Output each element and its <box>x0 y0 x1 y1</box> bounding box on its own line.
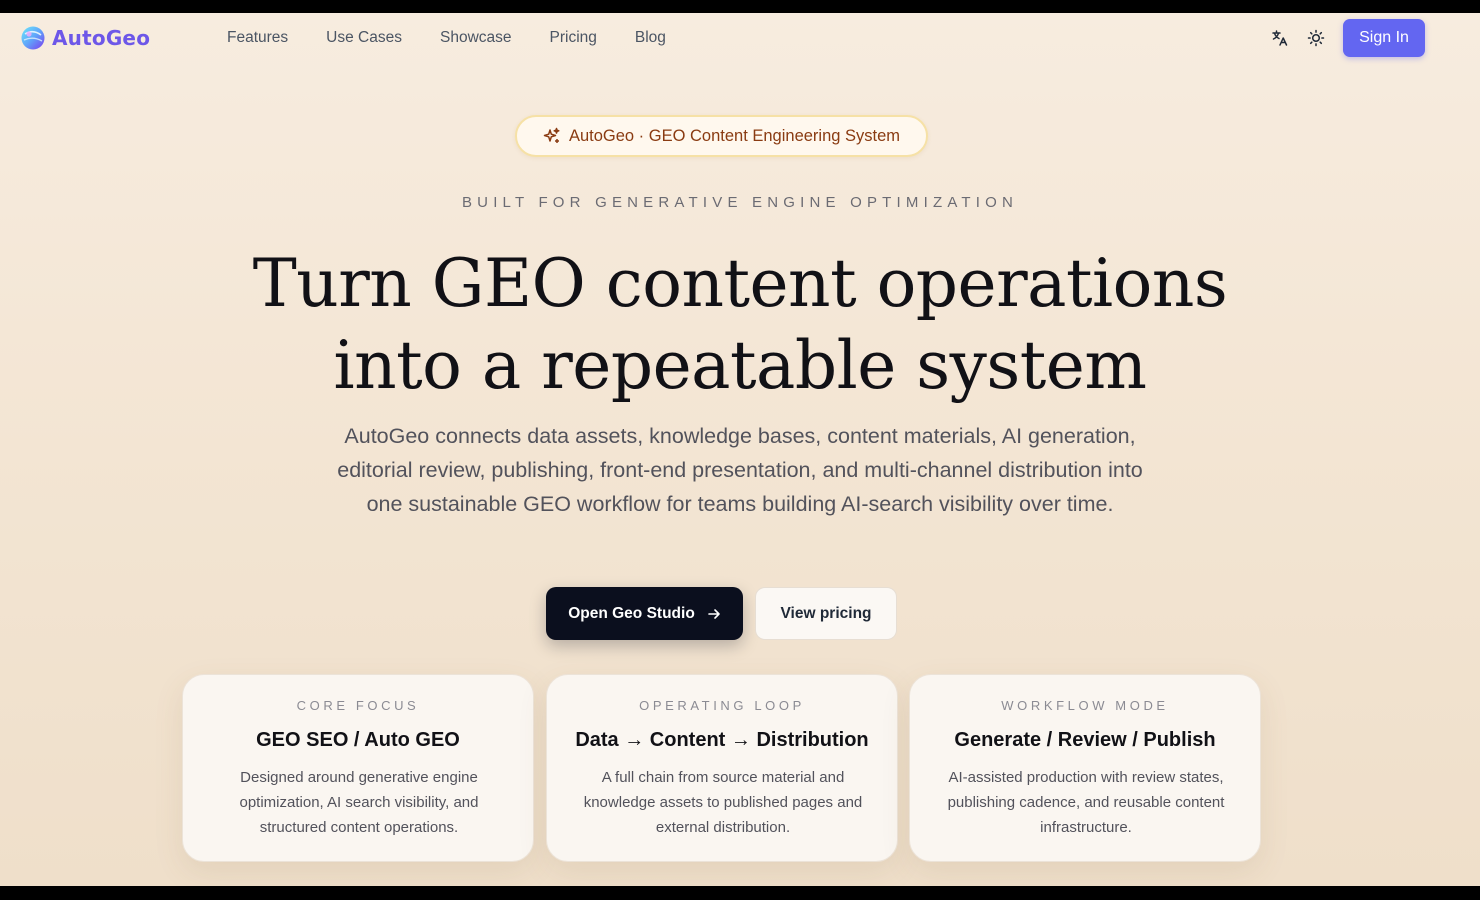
card-title: GEO SEO / Auto GEO <box>256 729 460 751</box>
brand-logo-link[interactable]: AutoGeo <box>20 25 150 51</box>
main-nav: Features Use Cases Showcase Pricing Blog <box>227 29 666 47</box>
nav-features[interactable]: Features <box>227 29 288 47</box>
hero-badge: AutoGeo · GEO Content Engineering System <box>515 115 928 157</box>
feature-card-operating-loop: OPERATING LOOP Data → Content → Distribu… <box>546 674 898 862</box>
language-button[interactable] <box>1269 27 1291 49</box>
card-eyebrow: WORKFLOW MODE <box>1001 698 1169 713</box>
open-geo-studio-label: Open Geo Studio <box>568 604 695 622</box>
card-body: AI-assisted production with review state… <box>947 769 1225 836</box>
sparkles-icon <box>543 127 560 143</box>
card-body: A full chain from source material and kn… <box>583 769 863 836</box>
nav-use-cases[interactable]: Use Cases <box>326 29 402 47</box>
feature-card-core-focus: CORE FOCUS GEO SEO / Auto GEO Designed a… <box>182 674 534 862</box>
view-pricing-button[interactable]: View pricing <box>755 587 897 640</box>
feature-card-workflow-mode: WORKFLOW MODE Generate / Review / Publis… <box>909 674 1261 862</box>
card-title: Data → Content → Distribution <box>575 729 869 751</box>
sign-in-button[interactable]: Sign In <box>1343 19 1425 57</box>
badge-text: AutoGeo · GEO Content Engineering System <box>568 126 901 145</box>
open-geo-studio-button[interactable]: Open Geo Studio <box>546 587 743 640</box>
nav-pricing[interactable]: Pricing <box>550 29 597 47</box>
site-header: AutoGeo Features Use Cases Showcase Pric… <box>0 13 1480 65</box>
nav-blog[interactable]: Blog <box>635 29 666 47</box>
card-eyebrow: OPERATING LOOP <box>639 698 805 713</box>
sun-icon <box>1307 29 1325 47</box>
hero-eyebrow: BUILT FOR GENERATIVE ENGINE OPTIMIZATION <box>461 194 1019 211</box>
headline-line-1: Turn GEO content operations <box>252 245 1228 322</box>
card-body: Designed around generative engine optimi… <box>239 769 479 836</box>
hero-headline: Turn GEO content operations into a repea… <box>0 243 1480 407</box>
nav-showcase[interactable]: Showcase <box>440 29 512 47</box>
landing-page: AutoGeo Features Use Cases Showcase Pric… <box>0 13 1480 886</box>
card-eyebrow: CORE FOCUS <box>296 698 420 713</box>
translate-icon <box>1272 30 1288 46</box>
hero-description: AutoGeo connects data assets, knowledge … <box>337 424 1143 516</box>
globe-orb-icon <box>21 26 45 50</box>
headline-line-2: into a repeatable system <box>333 327 1147 404</box>
card-title: Generate / Review / Publish <box>954 729 1216 751</box>
arrow-right-icon <box>707 608 720 619</box>
theme-toggle-button[interactable] <box>1305 27 1327 49</box>
brand-name: AutoGeo <box>52 26 151 50</box>
